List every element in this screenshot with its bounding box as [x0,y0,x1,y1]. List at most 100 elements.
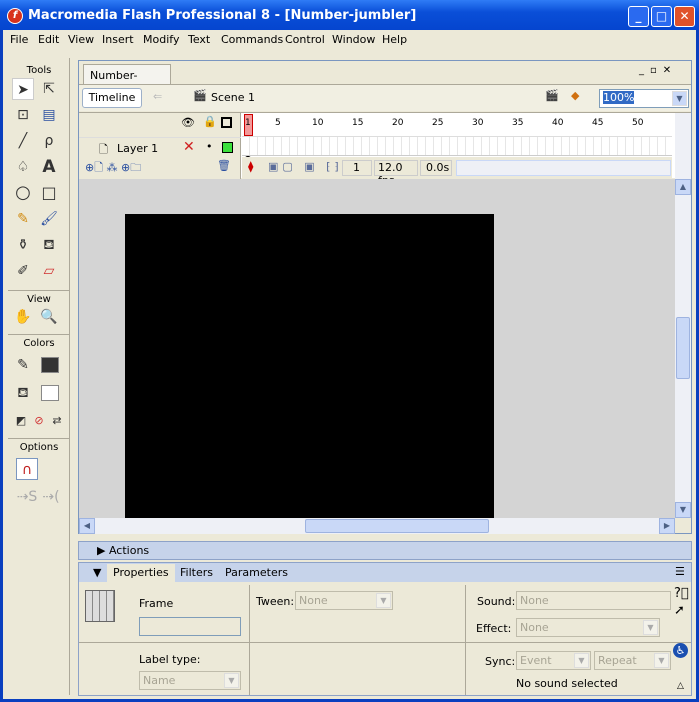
menu-file[interactable]: File [10,33,28,46]
layer-icon: 🗋 [99,143,108,156]
help-icon[interactable]: ?⃝ [674,586,689,601]
menu-insert[interactable]: Insert [102,33,134,46]
layer-name[interactable]: Layer 1 [117,142,158,155]
outline-icon[interactable] [221,117,232,128]
actions-label: Actions [108,544,150,557]
label-type-select[interactable]: Name ▼ [139,671,241,690]
menu-window[interactable]: Window [332,33,375,46]
eraser-tool-icon[interactable]: ▱ [38,260,60,282]
ink-bottle-tool-icon[interactable]: ⚱ [12,234,34,256]
stroke-color-swatch[interactable] [41,357,59,373]
timeline-toggle-button[interactable]: Timeline [82,88,142,108]
divider [465,585,466,695]
layer-outline-color[interactable] [222,142,233,153]
oval-tool-icon[interactable]: ○ [12,182,34,204]
tab-parameters[interactable]: Parameters [225,566,288,579]
arrow-tool-icon[interactable]: ➤ [12,78,34,100]
stage-hscrollbar[interactable]: ◀ ▶ [79,518,675,534]
delete-layer-icon[interactable]: 🗑 [217,159,231,172]
hand-tool-icon[interactable]: ✋ [12,306,34,328]
timeline-status-bar: ⧫ ▣▢ ▣ ⁅⁆ 1 12.0 fps 0.0s [242,157,672,187]
accessibility-icon[interactable]: ♿ [673,643,688,658]
menu-modify[interactable]: Modify [143,33,179,46]
chevron-down-icon: ▼ [376,593,391,608]
sound-label: Sound: [477,595,516,608]
document-tab[interactable]: Number-jumbler [83,64,171,95]
edit-icon[interactable]: ➚ [674,603,685,618]
eye-icon[interactable]: 👁 [181,116,195,129]
rectangle-tool-icon[interactable]: □ [38,182,60,204]
fill-color-swatch[interactable] [41,385,59,401]
free-transform-tool-icon[interactable]: ⊡ [12,104,34,126]
effect-select[interactable]: None ▼ [516,618,660,637]
document-window-controls[interactable]: _▫✕ [639,65,677,76]
scroll-right-button[interactable]: ▶ [659,518,675,534]
sync-select[interactable]: Event ▼ [516,651,591,670]
tab-filters[interactable]: Filters [180,566,213,579]
sound-select[interactable]: None [516,591,671,610]
lock-dot-icon[interactable]: • [206,140,213,153]
maximize-button[interactable]: □ [651,6,672,27]
paint-bucket-tool-icon[interactable]: ⛾ [38,234,60,256]
pencil-tool-icon[interactable]: ✎ [12,208,34,230]
frames-area[interactable]: ● 1 5 10 15 20 25 30 35 40 45 50 ⧫ ▣▢ ▣ … [242,113,672,187]
back-arrow-icon[interactable]: ⇐ [153,90,162,103]
gradient-transform-tool-icon[interactable]: ▤ [38,104,60,126]
scene-label[interactable]: Scene 1 [211,91,255,104]
tween-select[interactable]: None ▼ [295,591,393,610]
close-button[interactable]: ✕ [674,6,695,27]
fill-color-icon[interactable]: ⛾ [12,382,34,404]
hidden-x-icon[interactable]: ✕ [183,139,195,155]
swap-colors-icon[interactable]: ⇄ [46,410,68,432]
timeline-vscrollbar[interactable] [675,113,691,179]
actions-panel-header[interactable]: ▶ Actions [78,541,692,560]
tween-value: None [299,594,328,607]
scroll-up-button[interactable]: ▲ [675,179,691,195]
frame-label-input[interactable] [139,617,241,636]
pen-tool-icon[interactable]: ♤ [12,156,34,178]
collapse-arrow-icon[interactable]: ▼ [93,566,101,579]
minimize-button[interactable]: _ [628,6,649,27]
edit-scene-icon[interactable]: 🎬 [545,89,559,102]
frame-number: 1 [245,118,251,128]
timeline-hscrollbar[interactable] [456,160,671,176]
zoom-tool-icon[interactable]: 🔍 [38,306,60,328]
menu-help[interactable]: Help [382,33,407,46]
stage[interactable] [125,214,494,518]
frame-cells[interactable] [242,136,672,156]
center-frame-icon[interactable]: ⧫ [248,160,253,173]
scroll-left-button[interactable]: ◀ [79,518,95,534]
repeat-select[interactable]: Repeat ▼ [594,651,671,670]
menu-edit[interactable]: Edit [38,33,59,46]
chevron-down-icon: ▼ [643,620,658,635]
edit-symbols-icon[interactable]: ◆ [571,89,579,102]
insert-layer-icon[interactable]: ⊕🗋 ⁂ ⊕🗀 [85,159,141,178]
frame-number: 50 [632,118,644,128]
frame-number: 10 [312,118,324,128]
subselect-tool-icon[interactable]: ⇱ [38,78,60,100]
tab-properties[interactable]: Properties [107,564,175,582]
menu-commands[interactable]: Commands [221,33,283,46]
eyedropper-tool-icon[interactable]: ✐ [12,260,34,282]
panel-options-icon[interactable]: ☰ [675,565,685,578]
line-tool-icon[interactable]: ╱ [12,130,34,152]
text-tool-icon[interactable]: A [38,156,60,178]
menu-text[interactable]: Text [188,33,210,46]
lock-icon[interactable]: 🔒 [203,115,217,128]
menu-control[interactable]: Control [285,33,325,46]
zoom-select[interactable]: 100% ▼ [599,89,689,108]
onion-skin-icons[interactable]: ▣▢ ▣ ⁅⁆ [268,160,343,173]
label-type-label: Label type: [139,653,201,666]
snap-magnet-icon[interactable]: ∩ [16,458,38,480]
scroll-down-button[interactable]: ▼ [675,502,691,518]
hscroll-thumb[interactable] [305,519,489,533]
stage-vscrollbar[interactable]: ▲ ▼ [675,179,691,518]
layer-row[interactable]: 🗋 Layer 1 ✕ • [79,137,241,156]
stroke-color-icon[interactable]: ✎ [12,354,34,376]
vscroll-thumb[interactable] [676,317,690,379]
lasso-tool-icon[interactable]: ρ [38,130,60,152]
layer-panel: 👁 🔒 🗋 Layer 1 ✕ • ⊕🗋 ⁂ ⊕🗀 🗑 [79,113,241,179]
brush-tool-icon[interactable]: 🖌 [38,208,60,230]
menu-view[interactable]: View [68,33,94,46]
expand-panel-icon[interactable]: △ [677,681,684,691]
